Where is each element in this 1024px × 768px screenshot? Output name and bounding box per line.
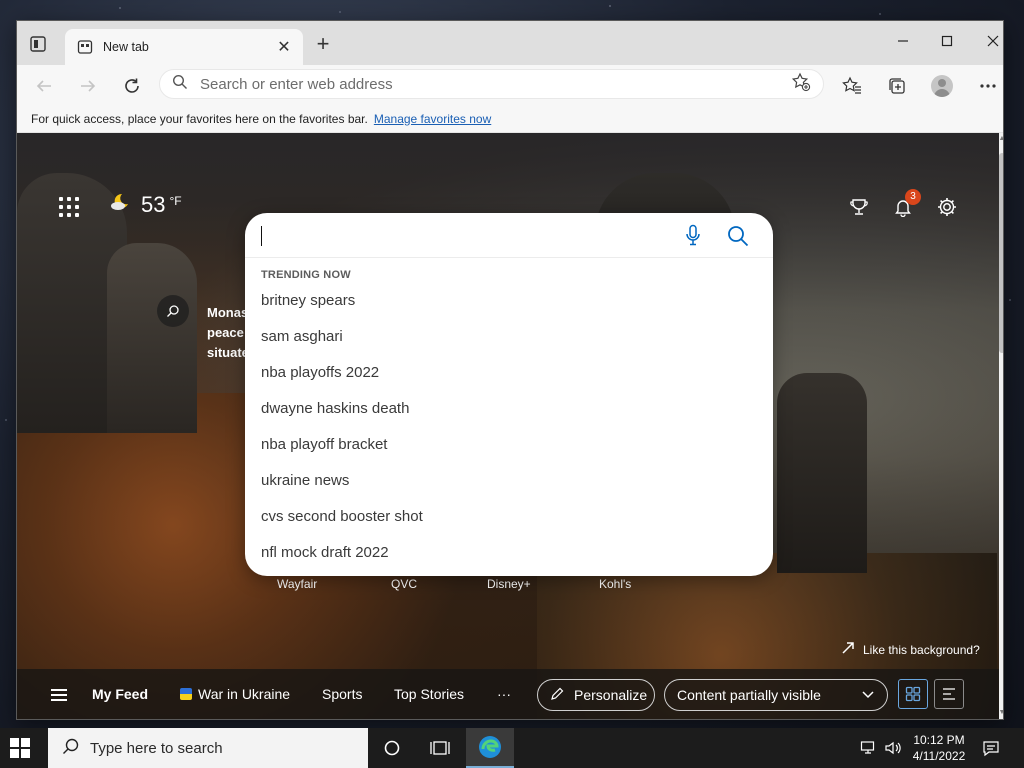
address-placeholder: Search or enter web address bbox=[200, 75, 393, 93]
manage-favorites-link[interactable]: Manage favorites now bbox=[374, 112, 491, 126]
maximize-button[interactable] bbox=[925, 27, 969, 55]
new-tab-page: 53 °F 3 Monas peace situate Wayfair QVC … bbox=[17, 133, 999, 719]
like-background-link[interactable]: Like this background? bbox=[841, 641, 980, 658]
windows-taskbar: Type here to search 10:12 PM 4/11/2022 bbox=[0, 728, 1024, 768]
personalize-button[interactable]: Personalize bbox=[537, 679, 655, 711]
ukraine-flag-icon bbox=[180, 688, 192, 700]
app-launcher-icon[interactable] bbox=[59, 197, 79, 217]
feed-tab-war-in-ukraine[interactable]: War in Ukraine bbox=[180, 686, 290, 702]
feed-more-button[interactable]: ··· bbox=[497, 686, 511, 702]
cortana-icon[interactable] bbox=[368, 728, 416, 768]
trending-suggestion-list: britney spears sam asghari nba playoffs … bbox=[245, 283, 773, 571]
favorites-bar: For quick access, place your favorites h… bbox=[17, 105, 1003, 133]
back-button[interactable] bbox=[29, 71, 59, 101]
microphone-icon[interactable] bbox=[681, 223, 705, 247]
menu-icon[interactable] bbox=[51, 689, 67, 701]
like-background-label: Like this background? bbox=[863, 642, 980, 657]
chevron-down-icon bbox=[861, 687, 875, 703]
newtab-favicon-icon bbox=[77, 39, 93, 55]
new-tab-button[interactable]: + bbox=[311, 33, 335, 57]
list-view-button[interactable] bbox=[934, 679, 964, 709]
weather-unit: °F bbox=[169, 193, 182, 208]
suggestion-item[interactable]: ukraine news bbox=[245, 463, 773, 499]
close-window-button[interactable] bbox=[971, 27, 1003, 55]
search-dropdown: TRENDING NOW britney spears sam asghari … bbox=[245, 213, 773, 576]
rewards-icon[interactable] bbox=[847, 195, 871, 219]
quick-link-wayfair[interactable]: Wayfair bbox=[277, 577, 317, 591]
refresh-button[interactable] bbox=[117, 71, 147, 101]
favorites-bar-message: For quick access, place your favorites h… bbox=[31, 111, 368, 126]
content-visibility-dropdown[interactable]: Content partially visible bbox=[664, 679, 888, 711]
taskbar-search-box[interactable]: Type here to search bbox=[48, 728, 368, 768]
search-submit-icon[interactable] bbox=[725, 223, 751, 249]
edge-taskbar-icon[interactable] bbox=[466, 728, 514, 768]
add-favorite-icon[interactable] bbox=[791, 72, 811, 97]
suggestion-item[interactable]: sam asghari bbox=[245, 319, 773, 355]
search-icon bbox=[172, 74, 188, 95]
tab-title: New tab bbox=[103, 40, 149, 54]
search-icon bbox=[62, 737, 80, 760]
profile-avatar[interactable] bbox=[927, 71, 957, 101]
expand-arrow-icon bbox=[841, 641, 855, 658]
start-button[interactable] bbox=[10, 738, 30, 758]
address-bar[interactable]: Search or enter web address bbox=[159, 69, 824, 99]
favorites-icon[interactable] bbox=[837, 71, 867, 101]
web-search-input[interactable] bbox=[245, 213, 773, 258]
feed-tab-sports[interactable]: Sports bbox=[322, 686, 362, 702]
clock-date: 4/11/2022 bbox=[912, 749, 966, 763]
feed-tab-my-feed[interactable]: My Feed bbox=[92, 686, 148, 702]
scroll-up-icon[interactable]: ▲ bbox=[997, 135, 1003, 145]
action-center-icon[interactable] bbox=[982, 728, 1000, 768]
feed-tab-label: War in Ukraine bbox=[198, 686, 291, 702]
moon-cloud-icon bbox=[109, 191, 131, 218]
forward-button[interactable] bbox=[73, 71, 103, 101]
suggestion-item[interactable]: dwayne haskins death bbox=[245, 391, 773, 427]
quick-link-kohls[interactable]: Kohl's bbox=[599, 577, 631, 591]
weather-widget[interactable]: 53 °F bbox=[109, 191, 182, 218]
pencil-icon bbox=[550, 687, 564, 704]
feed-tab-top-stories[interactable]: Top Stories bbox=[394, 686, 464, 702]
weather-temperature: 53 bbox=[141, 191, 166, 217]
scrollbar-thumb[interactable] bbox=[999, 153, 1003, 353]
avatar bbox=[931, 75, 953, 97]
page-settings-icon[interactable] bbox=[935, 195, 959, 219]
suggestion-item[interactable]: cvs second booster shot bbox=[245, 499, 773, 535]
quick-link-disney[interactable]: Disney+ bbox=[487, 577, 531, 591]
clock-time: 10:12 PM bbox=[913, 733, 965, 747]
content-visibility-value: Content partially visible bbox=[677, 687, 821, 703]
notifications-icon[interactable]: 3 bbox=[891, 189, 921, 219]
text-caret bbox=[261, 226, 262, 246]
title-bar: New tab ✕ + bbox=[17, 21, 1003, 65]
browser-toolbar: Search or enter web address bbox=[17, 65, 1003, 105]
quick-link-qvc[interactable]: QVC bbox=[391, 577, 417, 591]
tab-close-icon[interactable]: ✕ bbox=[275, 37, 293, 57]
suggestion-item[interactable]: nba playoffs 2022 bbox=[245, 355, 773, 391]
background-rock bbox=[777, 373, 867, 573]
tab-actions-icon[interactable] bbox=[29, 35, 47, 53]
page-scrollbar[interactable]: ▲ ▼ bbox=[997, 133, 1003, 719]
suggestion-item[interactable]: nba playoff bracket bbox=[245, 427, 773, 463]
taskbar-search-placeholder: Type here to search bbox=[90, 739, 223, 757]
taskbar-clock[interactable]: 10:12 PM 4/11/2022 bbox=[906, 732, 972, 764]
visual-search-button[interactable] bbox=[157, 295, 189, 327]
notification-badge: 3 bbox=[905, 189, 921, 205]
feed-navigation-bar: My Feed War in Ukraine Sports Top Storie… bbox=[17, 669, 999, 719]
tab-new-tab[interactable]: New tab ✕ bbox=[65, 29, 303, 65]
background-rock bbox=[107, 243, 197, 433]
minimize-button[interactable] bbox=[881, 27, 925, 55]
scroll-down-icon[interactable]: ▼ bbox=[997, 709, 1003, 719]
browser-window: New tab ✕ + Search or enter web address … bbox=[16, 20, 1004, 720]
collections-icon[interactable] bbox=[882, 71, 912, 101]
personalize-label: Personalize bbox=[574, 687, 648, 703]
grid-view-button[interactable] bbox=[898, 679, 928, 709]
suggestion-item[interactable]: nfl mock draft 2022 bbox=[245, 535, 773, 571]
trending-now-label: TRENDING NOW bbox=[261, 269, 351, 281]
network-icon[interactable] bbox=[860, 728, 878, 768]
volume-icon[interactable] bbox=[884, 728, 902, 768]
task-view-icon[interactable] bbox=[416, 728, 464, 768]
settings-more-icon[interactable] bbox=[973, 71, 1003, 101]
suggestion-item[interactable]: britney spears bbox=[245, 283, 773, 319]
